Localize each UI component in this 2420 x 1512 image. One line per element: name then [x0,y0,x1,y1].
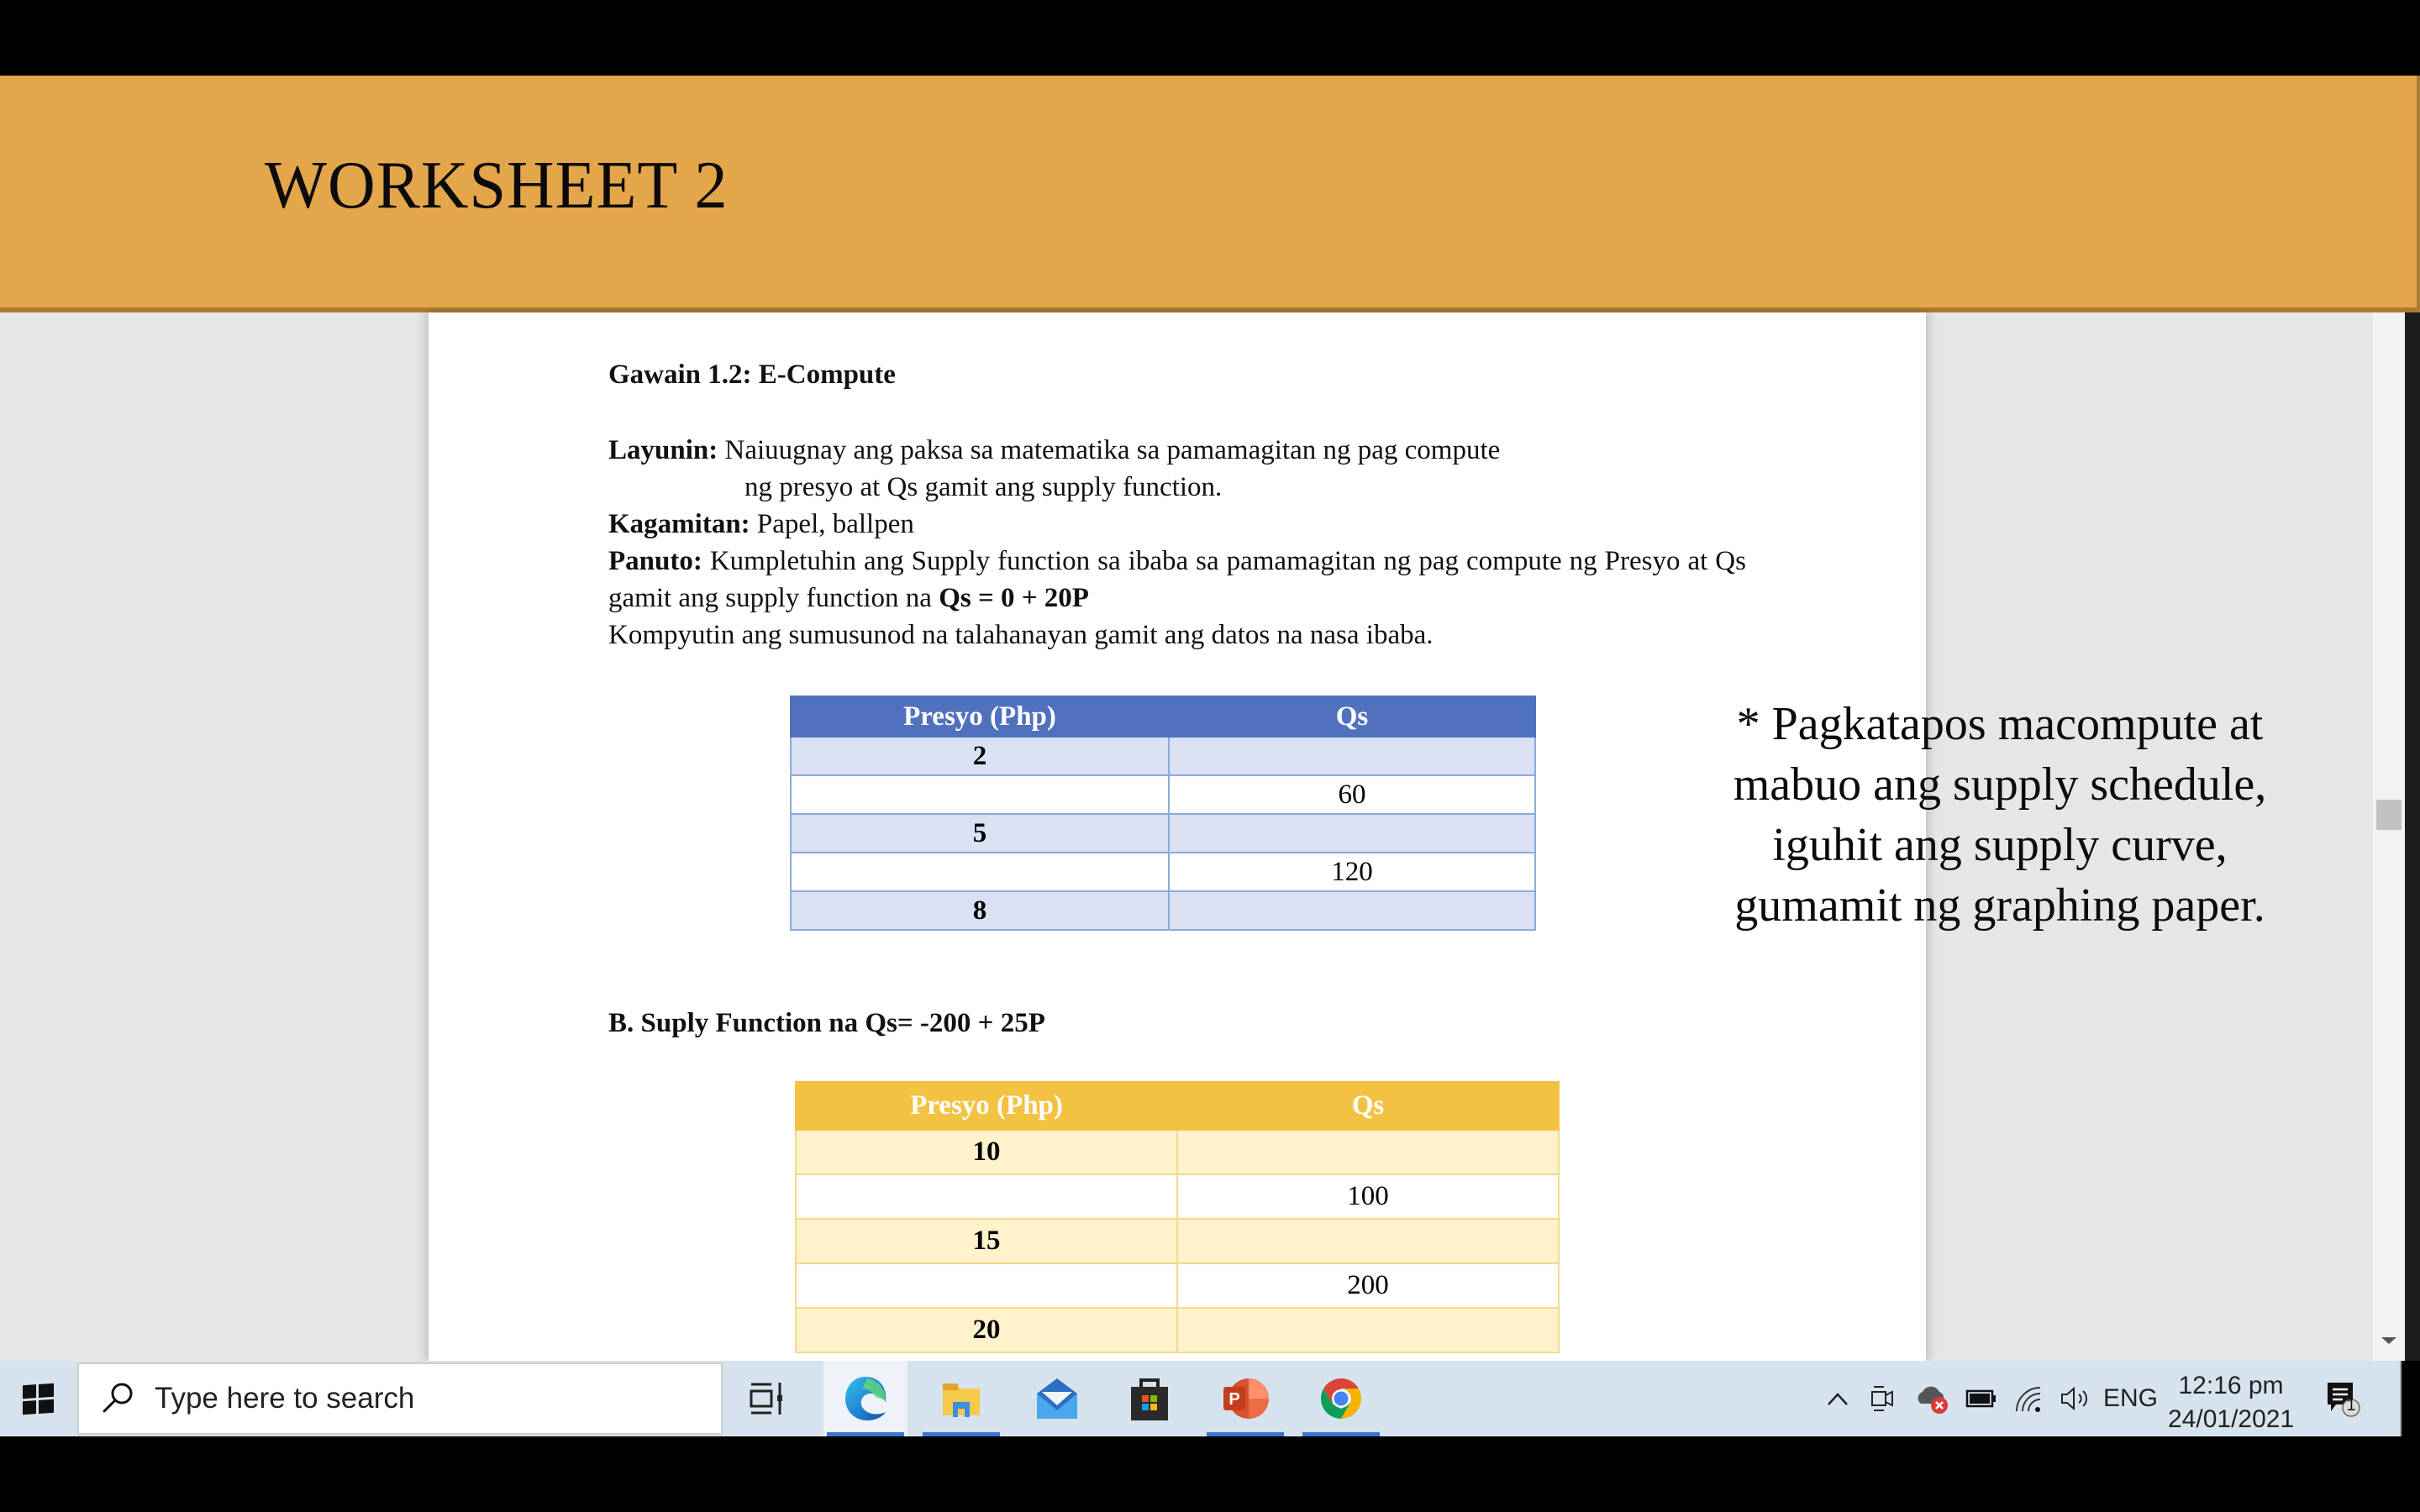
table-row: 200 [795,1263,1560,1309]
windows-taskbar: Type here to search P ENG 12:16 pm 24/01… [0,1361,2402,1436]
action-center-button[interactable]: 1 [2324,1379,2363,1418]
qs-cell[interactable] [1168,736,1536,776]
qs-cell[interactable]: 200 [1176,1263,1560,1309]
instructions-paragraph: Panuto: Kumpletuhin ang Supply function … [608,543,1746,617]
battery-icon[interactable] [1965,1386,1998,1411]
objective-label: Layunin: [608,435,718,465]
qs-cell[interactable] [1176,1218,1560,1264]
price-cell[interactable]: 15 [795,1218,1178,1264]
bottom-black-bar [0,1436,2420,1512]
taskbar-clock[interactable]: 12:16 pm 24/01/2021 [2168,1369,2294,1436]
taskbar-app-edge[interactable] [823,1361,908,1436]
objective-text-line2: ng presyo at Qs gamit ang supply functio… [744,472,1223,502]
scroll-down-arrow-icon[interactable] [2381,1337,2396,1344]
taskbar-app-microsoft-store[interactable] [1107,1361,1192,1436]
search-icon [103,1383,133,1413]
price-cell[interactable]: 8 [790,890,1170,931]
store-icon [1131,1378,1168,1420]
input-language-indicator[interactable]: ENG [2103,1384,2158,1413]
table-row: 15 [795,1218,1560,1264]
taskbar-search-box[interactable]: Type here to search [77,1362,723,1435]
table-row: 5 [790,813,1536,853]
column-header-qs: Qs [1168,696,1536,738]
price-cell[interactable]: 5 [790,813,1170,853]
task-view-icon[interactable] [748,1379,786,1418]
table-row: 10 [795,1129,1560,1175]
materials-paragraph: Kagamitan: Papel, ballpen [608,506,1746,543]
table-row: 120 [790,852,1536,892]
compute-instruction: Kompyutin ang sumusunod na talahanayan g… [608,620,1434,650]
qs-cell[interactable]: 60 [1168,774,1536,815]
column-header-price: Presyo (Php) [795,1081,1178,1131]
chrome-icon [1320,1378,1362,1419]
supply-schedule-table-b: Presyo (Php) Qs 10 100 15 200 20 [795,1081,1560,1353]
edge-icon [845,1377,886,1420]
objective-text-line1: Naiuugnay ang paksa sa matematika sa pam… [718,435,1501,465]
meet-now-icon[interactable] [1869,1383,1897,1414]
clock-time: 12:16 pm [2178,1372,2284,1399]
side-note-line: * Pagkatapos macompute at [1736,698,2264,750]
qs-cell[interactable] [1176,1307,1560,1353]
side-note-line: gumamit ng graphing paper. [1734,879,2265,932]
supply-schedule-table-a: Presyo (Php) Qs 2 60 5 120 8 [790,696,1536,931]
taskbar-app-file-explorer[interactable] [919,1361,1003,1436]
price-cell[interactable]: 2 [790,736,1170,776]
supply-formula: Qs = 0 + 20P [939,583,1089,613]
price-cell[interactable]: 20 [795,1307,1178,1353]
instructions-text: Kumpletuhin ang Supply function sa ibaba… [608,546,1746,613]
price-cell[interactable]: 10 [795,1129,1178,1175]
qs-cell[interactable]: 120 [1168,852,1536,892]
table-row: 100 [795,1173,1560,1220]
table-row: 8 [790,890,1536,931]
onedrive-error-icon[interactable] [1914,1382,1951,1415]
worksheet-title: WORKSHEET 2 [265,149,729,223]
instructions-label: Panuto: [608,546,702,576]
table-row: 2 [790,736,1536,776]
taskbar-app-mail[interactable] [1015,1361,1099,1436]
folder-icon [943,1383,980,1417]
activity-title: Gawain 1.2: E-Compute [608,360,896,390]
column-header-price: Presyo (Php) [790,696,1170,738]
materials-label: Kagamitan: [608,509,750,539]
table-row: 20 [795,1307,1560,1353]
table-row: 60 [790,774,1536,815]
price-cell[interactable] [795,1173,1178,1220]
search-placeholder: Type here to search [155,1382,415,1415]
qs-cell[interactable] [1176,1129,1560,1175]
side-note-line: mabuo ang supply schedule, [1733,759,2267,811]
slide-header-band: WORKSHEET 2 [0,76,2420,312]
side-note: * Pagkatapos macompute at mabuo ang supp… [1689,694,2311,936]
volume-icon[interactable] [2059,1384,2092,1413]
table-header-row: Presyo (Php) Qs [795,1081,1560,1131]
taskbar-app-chrome[interactable] [1299,1361,1383,1436]
scrollbar-thumb[interactable] [2376,800,2402,830]
windows-logo-icon [22,1383,54,1415]
column-header-qs: Qs [1176,1081,1560,1131]
start-button[interactable] [0,1361,76,1436]
right-dark-edge [2405,312,2420,1361]
qs-cell[interactable] [1168,813,1536,853]
qs-cell[interactable]: 100 [1176,1173,1560,1220]
side-note-line: iguhit ang supply curve, [1772,819,2228,871]
powerpoint-icon: P [1223,1378,1269,1419]
clock-date: 24/01/2021 [2168,1405,2295,1433]
objective-paragraph: Layunin: Naiuugnay ang paksa sa matemati… [608,432,1746,506]
materials-text: Papel, ballpen [750,509,914,539]
price-cell[interactable] [790,852,1170,892]
qs-cell[interactable] [1168,890,1536,931]
system-tray [1825,1361,2092,1436]
wifi-icon[interactable] [2013,1384,2045,1413]
top-black-bar [0,0,2420,76]
chevron-up-icon[interactable] [1825,1386,1850,1411]
section-b-title: B. Suply Function na Qs= -200 + 25P [608,1008,1045,1038]
price-cell[interactable] [790,774,1170,815]
vertical-scrollbar[interactable] [2373,312,2405,1361]
notification-count-badge: 1 [2346,1396,2356,1415]
price-cell[interactable] [795,1263,1178,1309]
mail-icon [1037,1378,1077,1419]
notification-icon [2328,1383,2360,1417]
svg-text:P: P [1228,1390,1239,1409]
table-header-row: Presyo (Php) Qs [790,696,1536,738]
taskbar-app-powerpoint[interactable]: P [1203,1361,1287,1436]
